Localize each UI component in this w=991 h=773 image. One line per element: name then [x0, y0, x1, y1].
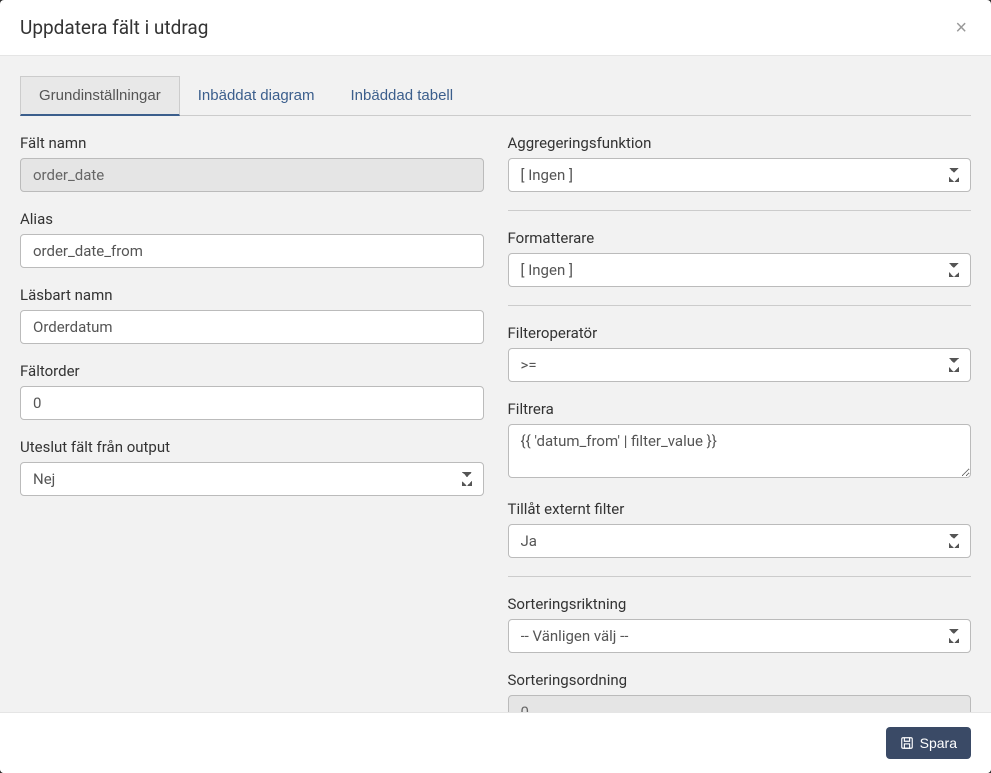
tab-basic-settings[interactable]: Grundinställningar — [20, 76, 180, 116]
field-order-label: Fältorder — [20, 362, 484, 380]
sort-order-group: Sorteringsordning — [508, 671, 972, 712]
sort-order-input — [508, 695, 972, 712]
readable-name-input[interactable] — [20, 310, 484, 344]
sort-dir-select[interactable]: -- Vänligen välj -- — [508, 619, 972, 653]
formatter-select-wrap: [ Ingen ] — [508, 253, 972, 287]
readable-name-label: Läsbart namn — [20, 286, 484, 304]
field-order-group: Fältorder — [20, 362, 484, 420]
filter-op-label: Filteroperatör — [508, 324, 972, 342]
exclude-select-wrap: Nej — [20, 462, 484, 496]
field-name-label: Fält namn — [20, 134, 484, 152]
alias-group: Alias — [20, 210, 484, 268]
allow-external-group: Tillåt externt filter Ja — [508, 500, 972, 558]
exclude-select[interactable]: Nej — [20, 462, 484, 496]
divider — [508, 210, 972, 211]
divider — [508, 576, 972, 577]
alias-input[interactable] — [20, 234, 484, 268]
sort-dir-select-wrap: -- Vänligen välj -- — [508, 619, 972, 653]
formatter-select[interactable]: [ Ingen ] — [508, 253, 972, 287]
sort-dir-label: Sorteringsriktning — [508, 595, 972, 613]
allow-external-select[interactable]: Ja — [508, 524, 972, 558]
alias-label: Alias — [20, 210, 484, 228]
form-columns: Fält namn Alias Läsbart namn Fältorder U — [20, 134, 971, 712]
filter-op-group: Filteroperatör >= — [508, 324, 972, 382]
right-column: Aggregeringsfunktion [ Ingen ] Formatter… — [508, 134, 972, 712]
allow-external-select-wrap: Ja — [508, 524, 972, 558]
filter-op-select-wrap: >= — [508, 348, 972, 382]
left-column: Fält namn Alias Läsbart namn Fältorder U — [20, 134, 484, 712]
aggregation-select[interactable]: [ Ingen ] — [508, 158, 972, 192]
sort-order-label: Sorteringsordning — [508, 671, 972, 689]
save-button[interactable]: Spara — [886, 727, 971, 759]
formatter-label: Formatterare — [508, 229, 972, 247]
aggregation-label: Aggregeringsfunktion — [508, 134, 972, 152]
tab-embedded-table[interactable]: Inbäddad tabell — [333, 76, 472, 115]
modal-header: Uppdatera fält i utdrag × — [0, 0, 991, 56]
save-button-label: Spara — [920, 735, 957, 751]
exclude-group: Uteslut fält från output Nej — [20, 438, 484, 496]
formatter-group: Formatterare [ Ingen ] — [508, 229, 972, 287]
sort-dir-group: Sorteringsriktning -- Vänligen välj -- — [508, 595, 972, 653]
save-icon — [900, 736, 914, 750]
field-order-input[interactable] — [20, 386, 484, 420]
close-button[interactable]: × — [951, 18, 971, 38]
divider — [508, 305, 972, 306]
modal-dialog: Uppdatera fält i utdrag × Grundinställni… — [0, 0, 991, 773]
aggregation-group: Aggregeringsfunktion [ Ingen ] — [508, 134, 972, 192]
tabs: Grundinställningar Inbäddat diagram Inbä… — [20, 76, 971, 116]
tab-embedded-chart[interactable]: Inbäddat diagram — [180, 76, 333, 115]
modal-title: Uppdatera fält i utdrag — [20, 16, 208, 39]
field-name-group: Fält namn — [20, 134, 484, 192]
modal-footer: Spara — [0, 712, 991, 773]
exclude-label: Uteslut fält från output — [20, 438, 484, 456]
readable-name-group: Läsbart namn — [20, 286, 484, 344]
filter-textarea[interactable] — [508, 424, 972, 478]
filter-op-select[interactable]: >= — [508, 348, 972, 382]
field-name-input — [20, 158, 484, 192]
allow-external-label: Tillåt externt filter — [508, 500, 972, 518]
aggregation-select-wrap: [ Ingen ] — [508, 158, 972, 192]
filter-group: Filtrera — [508, 400, 972, 482]
filter-label: Filtrera — [508, 400, 972, 418]
modal-body: Grundinställningar Inbäddat diagram Inbä… — [0, 56, 991, 712]
